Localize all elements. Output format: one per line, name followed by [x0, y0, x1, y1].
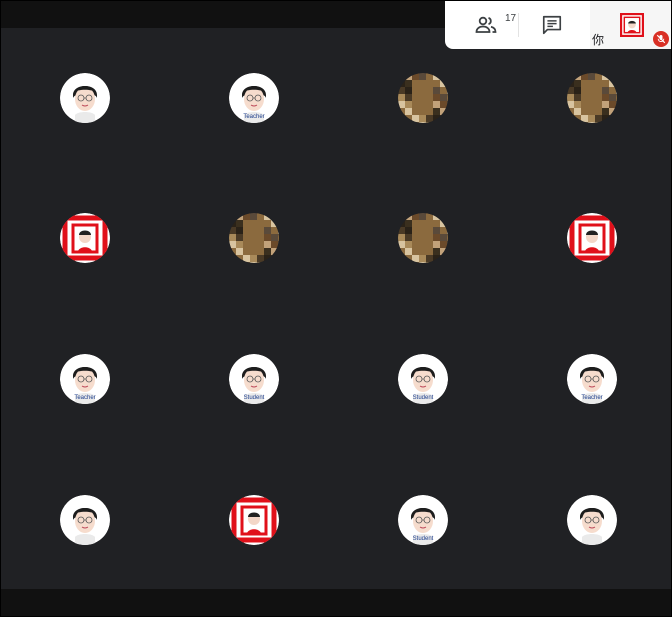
participant-tile[interactable]: Student: [398, 495, 448, 545]
participant-tile[interactable]: [567, 73, 617, 123]
participant-tile[interactable]: Student: [398, 354, 448, 404]
participant-tile[interactable]: [398, 73, 448, 123]
participant-tile[interactable]: [229, 495, 279, 545]
participant-tile[interactable]: [60, 495, 110, 545]
participant-count: 17: [505, 13, 517, 24]
participant-tile[interactable]: Teacher: [567, 354, 617, 404]
participant-role-label: Student: [243, 395, 265, 401]
bottom-bar: [0, 589, 672, 617]
mic-off-icon: [656, 34, 666, 44]
people-button[interactable]: 17: [461, 1, 516, 49]
participant-role-label: Teacher: [581, 395, 603, 401]
chat-icon: [542, 15, 562, 35]
participant-role-label: Student: [412, 536, 434, 542]
people-icon: [475, 16, 497, 33]
participant-avatar: [398, 73, 448, 123]
participant-avatar: [229, 495, 279, 545]
participant-tile[interactable]: Teacher: [229, 73, 279, 123]
participant-tile[interactable]: [60, 213, 110, 263]
participant-avatar: [229, 213, 279, 263]
self-label: 你: [592, 33, 605, 47]
participant-avatar: [60, 73, 110, 123]
participant-avatar: [60, 213, 110, 263]
participant-tile[interactable]: [567, 213, 617, 263]
participant-avatar: [60, 495, 110, 545]
participant-grid: Teacher Teacher Student Student Teacher Stude…: [0, 28, 672, 589]
participant-tile[interactable]: Student: [229, 354, 279, 404]
self-view-tile[interactable]: 你: [590, 1, 672, 49]
participant-avatar: [567, 495, 617, 545]
participant-tile[interactable]: [229, 213, 279, 263]
participant-avatar: [567, 213, 617, 263]
participant-tile[interactable]: [60, 73, 110, 123]
self-avatar: [620, 13, 644, 37]
toolbar-divider: [518, 13, 519, 37]
participant-role-label: Teacher: [243, 114, 265, 120]
meeting-toolbar: 17 你: [445, 1, 672, 49]
participant-tile[interactable]: [398, 213, 448, 263]
chat-button[interactable]: [527, 1, 577, 49]
participant-role-label: Student: [412, 395, 434, 401]
participant-tile[interactable]: [567, 495, 617, 545]
mic-off-indicator[interactable]: [653, 31, 669, 47]
participant-role-label: Teacher: [74, 395, 96, 401]
participant-tile[interactable]: Teacher: [60, 354, 110, 404]
participant-avatar: [398, 213, 448, 263]
participant-avatar: [567, 73, 617, 123]
